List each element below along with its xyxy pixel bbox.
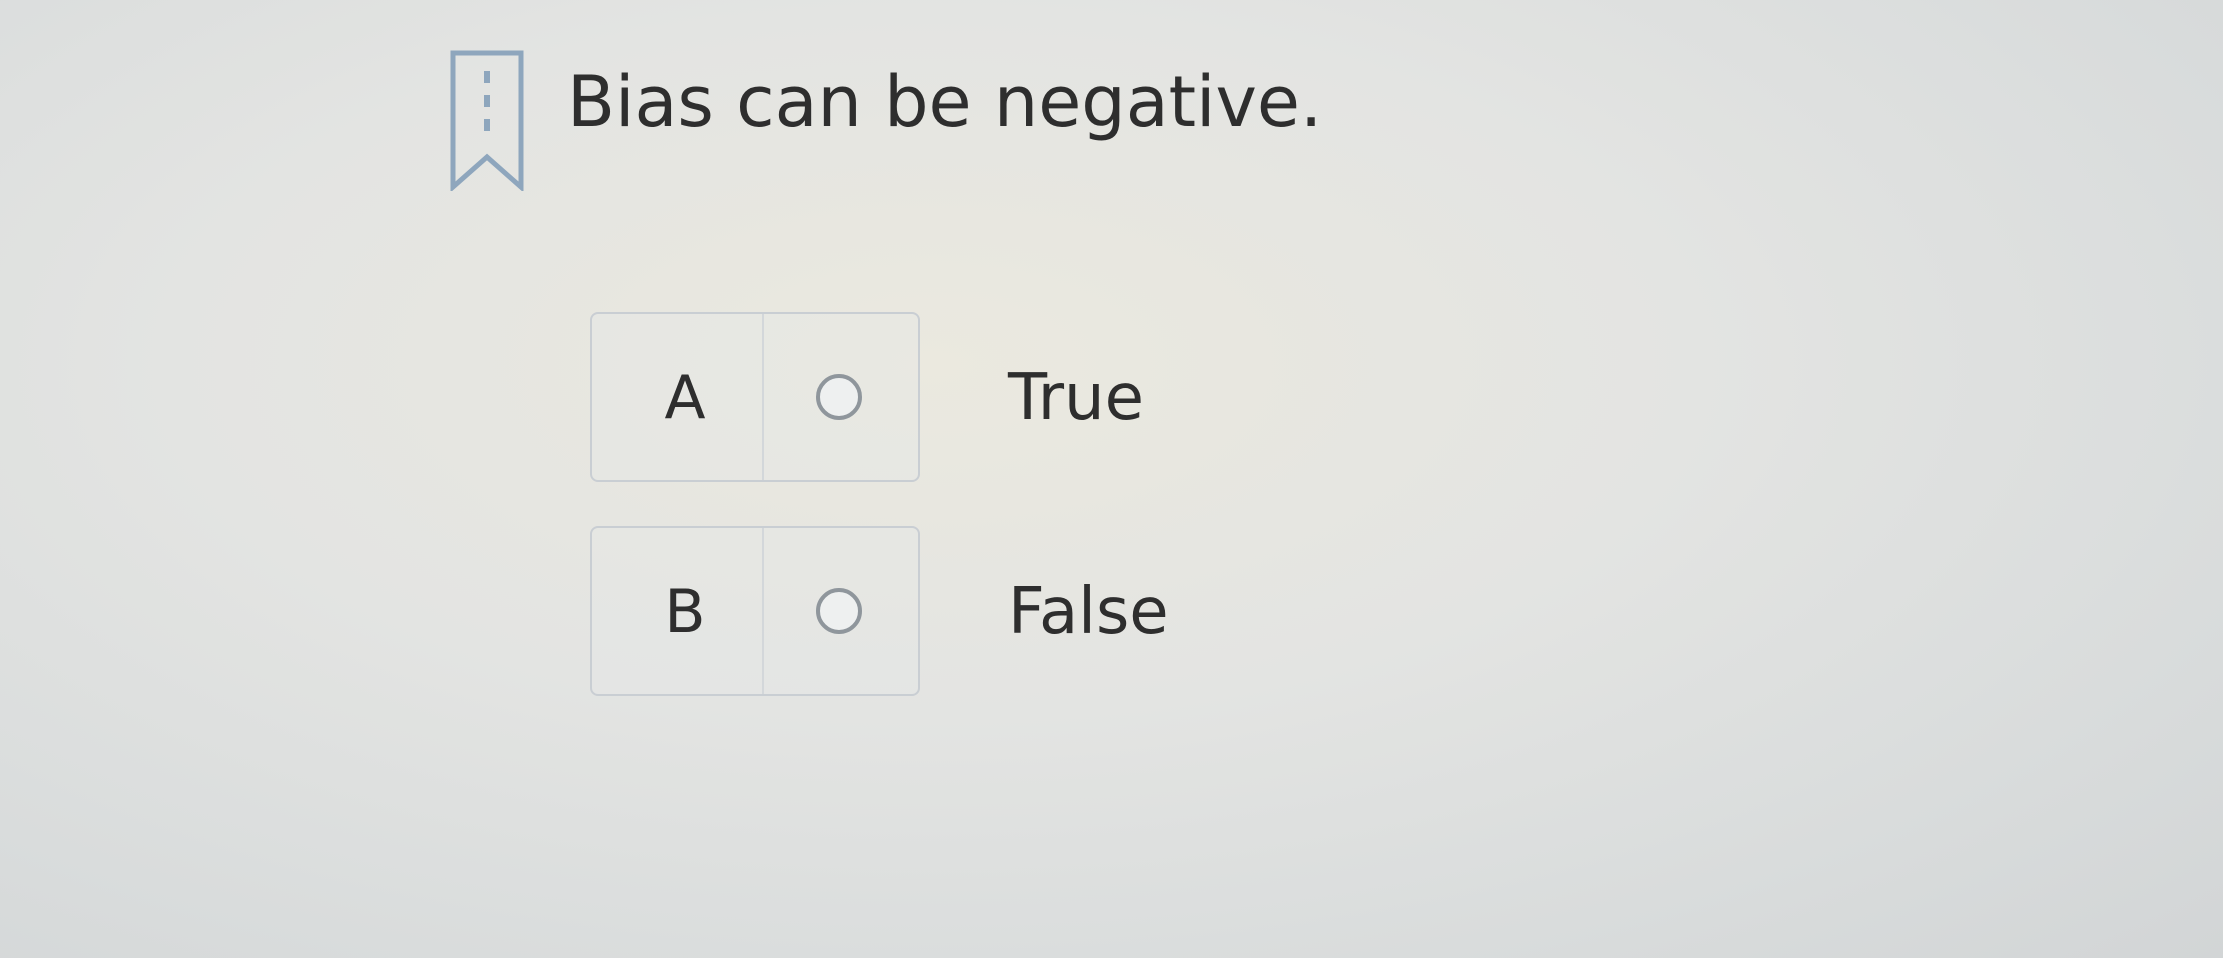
- bookmark-icon[interactable]: [449, 49, 525, 191]
- option-letter: A: [664, 363, 706, 433]
- option-label[interactable]: False: [1008, 562, 1169, 662]
- option-divider: [762, 314, 764, 480]
- radio-icon[interactable]: [816, 588, 862, 634]
- question-text: Bias can be negative.: [567, 61, 1323, 143]
- option-a-box[interactable]: [590, 312, 920, 482]
- option-label[interactable]: True: [1008, 348, 1144, 448]
- radio-icon[interactable]: [816, 374, 862, 420]
- option-divider: [762, 528, 764, 694]
- option-b-box[interactable]: [590, 526, 920, 696]
- option-letter: B: [664, 577, 706, 647]
